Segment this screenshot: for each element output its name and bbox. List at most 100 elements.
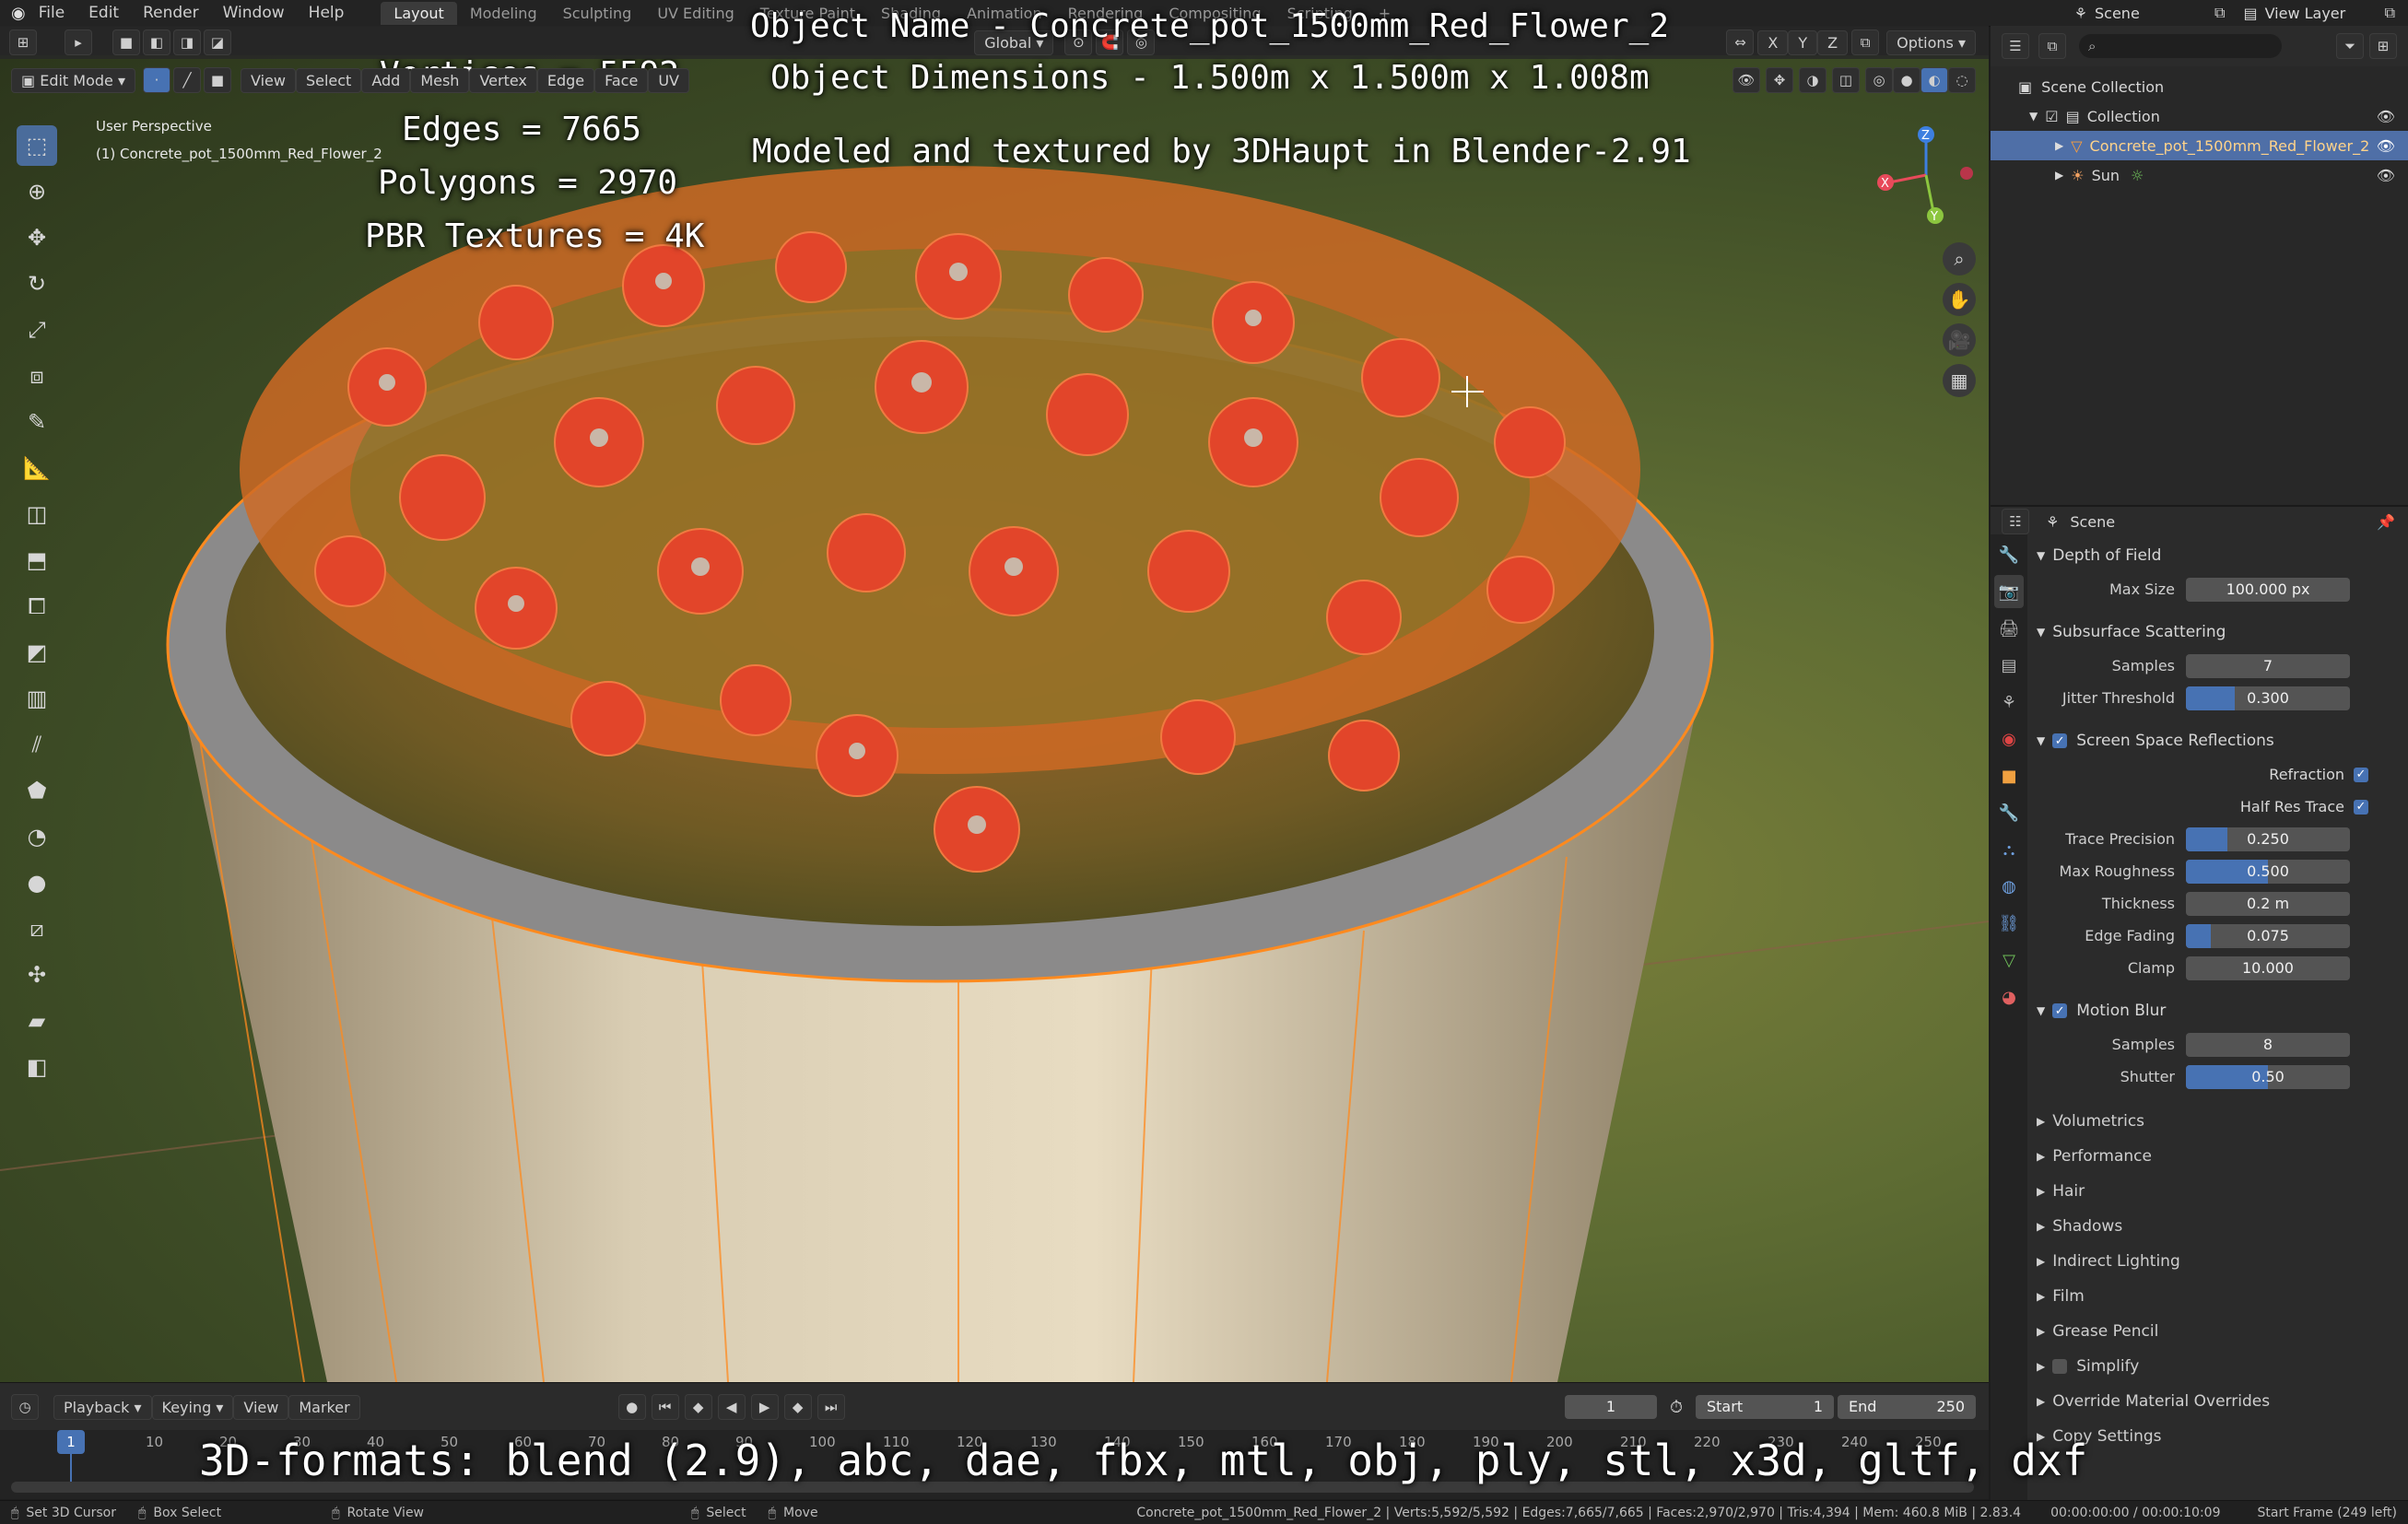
- mirror-icon[interactable]: ⇔: [1726, 29, 1755, 55]
- visibility-icon[interactable]: 👁: [1733, 67, 1760, 93]
- mode-dropdown[interactable]: ▣ Edit Mode ▾: [11, 67, 135, 93]
- panel-film[interactable]: ▶ Film: [2037, 1279, 2396, 1314]
- world-tab-icon[interactable]: ◉: [1994, 722, 2024, 756]
- half-res-trace-checkbox[interactable]: ✓: [2354, 799, 2368, 815]
- jitter-threshold-slider[interactable]: 0.300: [2186, 686, 2350, 710]
- prev-keyframe-icon[interactable]: ◆: [684, 1394, 712, 1420]
- outliner-item-collection[interactable]: ▼ ☑ ▤ Collection 👁: [1991, 101, 2408, 131]
- select-box-tool-icon[interactable]: ⬚: [17, 125, 57, 166]
- loop-cut-tool-icon[interactable]: ▥: [17, 678, 57, 719]
- render-tab-icon[interactable]: 📷: [1994, 575, 2024, 608]
- panel-performance[interactable]: ▶ Performance: [2037, 1139, 2396, 1174]
- edge-select-icon[interactable]: ╱: [173, 67, 201, 93]
- stopwatch-icon[interactable]: ⏱: [1670, 1398, 1683, 1417]
- bevel-tool-icon[interactable]: ◩: [17, 632, 57, 673]
- menu-add[interactable]: Add: [361, 67, 411, 93]
- next-keyframe-icon[interactable]: ◆: [783, 1394, 812, 1420]
- refraction-checkbox[interactable]: ✓: [2354, 767, 2368, 782]
- auto-merge-icon[interactable]: ⧉: [1851, 29, 1880, 55]
- new-collection-icon[interactable]: ⊞: [2369, 33, 2397, 59]
- menu-edge[interactable]: Edge: [536, 67, 595, 93]
- select-mode-icon[interactable]: ▸: [65, 29, 92, 55]
- data-tab-icon[interactable]: ▽: [1994, 944, 2024, 977]
- material-shading-icon[interactable]: ◐: [1921, 67, 1948, 93]
- measure-tool-icon[interactable]: 📐: [17, 448, 57, 488]
- output-tab-icon[interactable]: 🖨: [1994, 612, 2024, 645]
- menu-marker[interactable]: Marker: [288, 1394, 360, 1420]
- menu-keying[interactable]: Keying ▾: [151, 1394, 234, 1420]
- menu-vertex[interactable]: Vertex: [469, 67, 537, 93]
- panel-copy-settings[interactable]: ▶ Copy Settings: [2037, 1419, 2396, 1454]
- sss-samples-field[interactable]: 7: [2186, 653, 2350, 678]
- ssr-enable-checkbox[interactable]: ✓: [2052, 733, 2068, 748]
- motion-blur-checkbox[interactable]: ✓: [2052, 1003, 2068, 1018]
- rotate-tool-icon[interactable]: ↻: [17, 264, 57, 304]
- playhead[interactable]: 1: [57, 1430, 85, 1454]
- xray-icon[interactable]: ◫: [1832, 67, 1860, 93]
- end-frame-field[interactable]: End 250: [1838, 1395, 1976, 1419]
- pan-hand-icon[interactable]: ✋: [1943, 283, 1976, 316]
- rendered-shading-icon[interactable]: ◌: [1948, 67, 1976, 93]
- panel-screen-space-reflections[interactable]: ▼ ✓ Screen Space Reflections: [2037, 723, 2396, 758]
- expand-arrow-icon[interactable]: ▶: [2055, 139, 2063, 152]
- clamp-field[interactable]: 10.000: [2186, 955, 2350, 980]
- knife-tool-icon[interactable]: ⫽: [17, 724, 57, 765]
- outliner-search-input[interactable]: ⌕: [2079, 34, 2282, 58]
- menu-file[interactable]: File: [39, 4, 65, 22]
- options-dropdown[interactable]: Options ▾: [1886, 29, 1976, 55]
- menu-select[interactable]: Select: [295, 67, 362, 93]
- menu-edit[interactable]: Edit: [88, 4, 119, 22]
- menu-window[interactable]: Window: [223, 4, 285, 22]
- simplify-checkbox[interactable]: [2052, 1359, 2068, 1374]
- new-selection-icon[interactable]: ■: [112, 29, 140, 55]
- particles-tab-icon[interactable]: ⛬: [1994, 833, 2024, 866]
- move-tool-icon[interactable]: ✥: [17, 217, 57, 258]
- record-icon[interactable]: ●: [617, 1394, 646, 1420]
- extend-selection-icon[interactable]: ◧: [143, 29, 170, 55]
- menu-uv[interactable]: UV: [648, 67, 689, 93]
- panel-hair[interactable]: ▶ Hair: [2037, 1174, 2396, 1209]
- menu-render[interactable]: Render: [143, 4, 199, 22]
- eye-icon[interactable]: 👁: [2377, 137, 2395, 155]
- copy-view-layer-icon[interactable]: ⧉: [2385, 4, 2395, 22]
- tab-modeling[interactable]: Modeling: [457, 2, 550, 25]
- smooth-tool-icon[interactable]: ●: [17, 862, 57, 903]
- navigation-gizmo[interactable]: Z X Y: [1871, 120, 1981, 230]
- panel-depth-of-field[interactable]: ▼ Depth of Field: [2037, 538, 2396, 573]
- copy-scene-icon[interactable]: ⧉: [2214, 4, 2225, 22]
- annotate-tool-icon[interactable]: ✎: [17, 402, 57, 442]
- add-cube-tool-icon[interactable]: ◫: [17, 494, 57, 534]
- eye-icon[interactable]: 👁: [2377, 108, 2395, 125]
- max-size-field[interactable]: 100.000 px: [2186, 577, 2350, 602]
- constraints-tab-icon[interactable]: ⛓: [1994, 907, 2024, 940]
- blender-logo-icon[interactable]: ◉: [11, 4, 26, 23]
- current-frame-field[interactable]: 1: [1564, 1395, 1657, 1419]
- edge-slide-tool-icon[interactable]: ⧄: [17, 909, 57, 949]
- modifier-tab-icon[interactable]: 🔧: [1994, 796, 2024, 829]
- scene-selector[interactable]: Scene: [2095, 5, 2214, 22]
- thickness-field[interactable]: 0.2 m: [2186, 891, 2350, 916]
- subtract-selection-icon[interactable]: ◨: [173, 29, 201, 55]
- poly-build-tool-icon[interactable]: ⬟: [17, 770, 57, 811]
- expand-arrow-icon[interactable]: ▶: [2055, 169, 2063, 182]
- rip-tool-icon[interactable]: ◧: [17, 1047, 57, 1087]
- jump-end-icon[interactable]: ⏭: [816, 1394, 845, 1420]
- cursor-tool-icon[interactable]: ⊕: [17, 171, 57, 212]
- scale-tool-icon[interactable]: ⤢: [17, 310, 57, 350]
- outliner-item-sun[interactable]: ▶ ☀ Sun ☼ 👁: [1991, 160, 2408, 190]
- camera-view-icon[interactable]: 🎥: [1943, 323, 1976, 357]
- panel-volumetrics[interactable]: ▶ Volumetrics: [2037, 1104, 2396, 1139]
- material-tab-icon[interactable]: ◕: [1994, 980, 2024, 1014]
- menu-timeline-view[interactable]: View: [233, 1394, 289, 1420]
- scene-tab-icon[interactable]: ⚘: [1994, 686, 2024, 719]
- menu-help[interactable]: Help: [309, 4, 345, 22]
- shrink-fatten-tool-icon[interactable]: ✣: [17, 955, 57, 995]
- properties-editor-type-icon[interactable]: ☷: [2002, 509, 2029, 534]
- panel-subsurface-scattering[interactable]: ▼ Subsurface Scattering: [2037, 615, 2396, 650]
- solid-shading-icon[interactable]: ●: [1893, 67, 1921, 93]
- eye-icon[interactable]: 👁: [2377, 167, 2395, 184]
- extrude-tool-icon[interactable]: ⬒: [17, 540, 57, 580]
- panel-simplify[interactable]: ▶ Simplify: [2037, 1349, 2396, 1384]
- filter-icon[interactable]: ⏷: [2336, 33, 2364, 59]
- play-icon[interactable]: ▶: [750, 1394, 779, 1420]
